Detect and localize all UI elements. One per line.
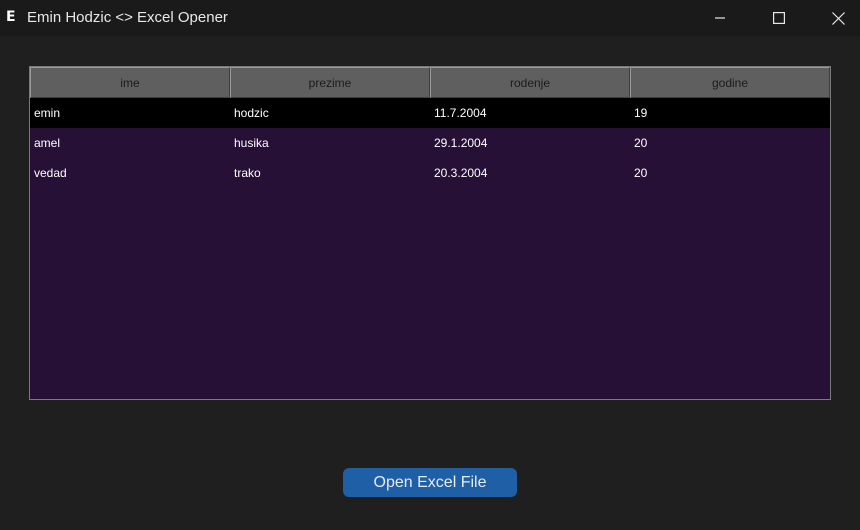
data-table[interactable]: ime prezime rodenje godine emin hodzic 1… — [29, 66, 831, 400]
close-icon — [831, 11, 845, 25]
open-excel-file-button[interactable]: Open Excel File — [343, 468, 517, 497]
maximize-icon — [773, 12, 785, 24]
table-cell: 19 — [634, 106, 648, 120]
table-cell: 20.3.2004 — [434, 166, 488, 180]
table-cell: hodzic — [234, 106, 269, 120]
column-header-godine[interactable]: godine — [630, 67, 830, 98]
table-cell: trako — [234, 166, 261, 180]
table-row[interactable]: vedad trako 20.3.2004 20 — [30, 158, 830, 188]
app-window: E Emin Hodzic <> Excel Opener ime prezim… — [0, 0, 860, 530]
minimize-button[interactable] — [697, 0, 743, 36]
table-header: ime prezime rodenje godine — [30, 67, 830, 98]
column-header-ime[interactable]: ime — [30, 67, 230, 98]
table-cell: vedad — [34, 166, 67, 180]
column-header-prezime[interactable]: prezime — [230, 67, 430, 98]
table-body: emin hodzic 11.7.2004 19 amel husika 29.… — [30, 98, 830, 188]
table-cell: emin — [34, 106, 61, 120]
title-bar[interactable]: E Emin Hodzic <> Excel Opener — [0, 0, 860, 36]
column-header-rodenje[interactable]: rodenje — [430, 67, 630, 98]
table-row[interactable]: amel husika 29.1.2004 20 — [30, 128, 830, 158]
app-icon: E — [6, 9, 16, 25]
table-cell: amel — [34, 136, 61, 150]
minimize-icon — [715, 17, 725, 19]
table-cell: 20 — [634, 136, 648, 150]
table-cell: 11.7.2004 — [434, 106, 487, 120]
table-cell: 20 — [634, 166, 648, 180]
table-cell: 29.1.2004 — [434, 136, 488, 150]
table-cell: husika — [234, 136, 269, 150]
maximize-button[interactable] — [756, 0, 802, 36]
close-button[interactable] — [815, 0, 860, 36]
table-row[interactable]: emin hodzic 11.7.2004 19 — [30, 98, 830, 128]
window-title: Emin Hodzic <> Excel Opener — [27, 9, 228, 26]
